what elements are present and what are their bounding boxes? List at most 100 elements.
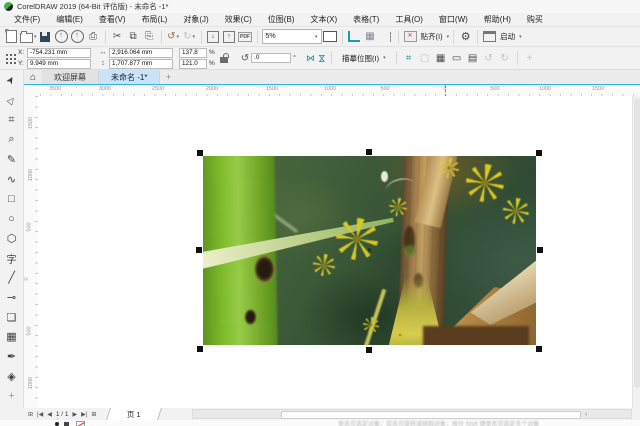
selection-handle[interactable] [197,346,203,352]
export-button[interactable]: ↑ [222,29,237,45]
horizontal-scrollbar[interactable]: ‹ [192,409,632,419]
color-eyedropper-tool[interactable]: ✒ [2,347,22,367]
vertical-scrollbar[interactable] [632,96,640,408]
open-from-cloud-button[interactable]: ↑ [54,29,69,45]
first-page-button[interactable]: |◀ [35,411,45,418]
menu-layout[interactable]: 布局(L) [134,14,176,25]
add-page-before-button[interactable]: ⊞ [26,411,35,418]
photo-yellow-flower [389,198,407,216]
menu-view[interactable]: 查看(V) [91,14,134,25]
page-1-tab[interactable]: 页 1 [106,408,162,420]
tab-untitled-document[interactable]: 未命名 -1* [99,70,160,84]
selection-handle[interactable] [537,247,543,253]
menu-bitmaps[interactable]: 位图(B) [260,14,303,25]
artistic-media-tool[interactable]: ∿ [2,169,22,189]
previous-page-button[interactable]: ◀ [45,411,54,418]
rotation-angle-field[interactable]: .0 [251,53,291,63]
show-rulers-button[interactable] [347,29,362,45]
selection-handle[interactable] [197,150,203,156]
last-page-button[interactable]: ▶| [79,411,89,418]
scale-h-field[interactable]: 137.8 [179,48,207,58]
mirror-horizontal-button[interactable]: ⋈ [306,53,315,64]
scale-v-field[interactable]: 121.0 [179,59,207,69]
menu-help[interactable]: 帮助(H) [476,14,519,25]
print-button[interactable]: ⎙ [86,29,101,45]
menu-table[interactable]: 表格(T) [345,14,387,25]
launch-label[interactable]: 启动 [500,31,515,42]
menu-object[interactable]: 对象(J) [175,14,216,25]
selection-handle[interactable] [536,150,542,156]
new-tab-button[interactable]: + [160,70,176,84]
text-tool[interactable]: 字 [2,248,22,268]
open-button[interactable]: ▾ [20,29,37,45]
bitmap-frame-button[interactable]: ▭ [450,53,464,64]
copy-button[interactable]: ⧉ [126,29,141,45]
import-button[interactable]: ↓ [206,29,221,45]
trace-bitmap-button[interactable]: 描摹位图(I)▾ [337,50,391,67]
add-page-after-button[interactable]: ⊞ [89,411,98,418]
snap-to-button[interactable]: 贴齐(I) [421,31,443,42]
bitmap-mask-button[interactable]: ▦ [434,53,448,64]
interactive-fill-tool[interactable]: ◈ [2,366,22,386]
horizontal-scrollbar-thumb[interactable] [281,411,581,419]
full-screen-preview-button[interactable] [323,29,338,45]
save-button[interactable] [38,29,53,45]
artistic-media-icon: ∿ [7,173,16,186]
connector-tool[interactable]: ⊸ [2,288,22,308]
mirror-vertical-button[interactable]: ⋈ [316,54,327,63]
rectangle-tool[interactable]: □ [2,189,22,209]
selection-handle[interactable] [196,247,202,253]
undo-adjust-button[interactable]: ↺ [482,53,496,64]
menu-file[interactable]: 文件(F) [6,14,48,25]
paste-button[interactable]: ⎘ [142,29,157,45]
parallel-dimension-tool[interactable]: ╱ [2,268,22,288]
publish-pdf-button[interactable]: PDF [238,29,253,45]
save-to-cloud-button[interactable]: ↑ [70,29,85,45]
menu-text[interactable]: 文本(X) [302,14,345,25]
menu-buy[interactable]: 购买 [519,14,551,25]
launch-button[interactable] [482,29,497,45]
cut-button[interactable]: ✂ [110,29,125,45]
transparency-tool[interactable]: ▦ [2,327,22,347]
selection-handle[interactable] [366,149,372,155]
show-guidelines-button[interactable] [379,29,394,45]
drop-shadow-tool[interactable]: ❏ [2,307,22,327]
pick-tool[interactable]: ➤ [2,71,22,91]
image-adjustment-button[interactable]: ▤ [466,53,480,64]
edit-bitmap-button[interactable]: ▢ [418,53,432,64]
undo-button[interactable]: ↺▾ [166,29,181,45]
shape-tool[interactable]: ▷ [2,91,22,111]
crop-bitmap-button[interactable]: ⌗ [402,53,416,64]
show-grid-button[interactable]: ▦ [363,29,378,45]
selection-handle[interactable] [536,346,542,352]
freehand-tool[interactable]: ✎ [2,150,22,170]
menu-window[interactable]: 窗口(W) [431,14,476,25]
vertical-scrollbar-thumb[interactable] [634,98,640,388]
options-button[interactable]: ⚙ [458,29,473,45]
crop-tool[interactable]: ⌗ [2,110,22,130]
zoom-tool[interactable]: ⌕ [2,130,22,150]
x-position-field[interactable]: -754.231 mm [27,48,91,58]
object-height-field[interactable]: 1,707.877 mm [109,59,173,69]
zoom-level-select[interactable]: 5%▾ [262,29,322,44]
menu-edit[interactable]: 编辑(E) [48,14,91,25]
next-page-button[interactable]: ▶ [71,411,80,418]
redo-button[interactable]: ↻▾ [182,29,197,45]
selection-handle[interactable] [366,347,372,353]
ellipse-tool[interactable]: ○ [2,209,22,229]
tab-welcome-screen[interactable]: 欢迎屏幕 [42,70,99,84]
home-icon[interactable]: ⌂ [24,70,42,84]
polygon-tool[interactable]: ⬡ [2,229,22,249]
customize-propbar-button[interactable]: + [523,53,537,64]
lock-ratio-button[interactable] [220,57,228,63]
alignment-guides-button[interactable]: ✕ [403,29,418,45]
y-position-field[interactable]: 9.949 mm [27,59,91,69]
menu-effects[interactable]: 效果(C) [217,14,260,25]
more-tools-button[interactable]: + [2,386,22,406]
menu-tools[interactable]: 工具(O) [387,14,431,25]
object-width-field[interactable]: 2,916.064 mm [109,48,173,58]
redo-adjust-button[interactable]: ↻ [498,53,512,64]
new-document-button[interactable] [4,29,19,45]
vertical-ruler[interactable]: 1500 1000 500 0 500 1000 [24,96,39,408]
scrollbar-arrow-icon[interactable]: ‹ [585,410,587,419]
